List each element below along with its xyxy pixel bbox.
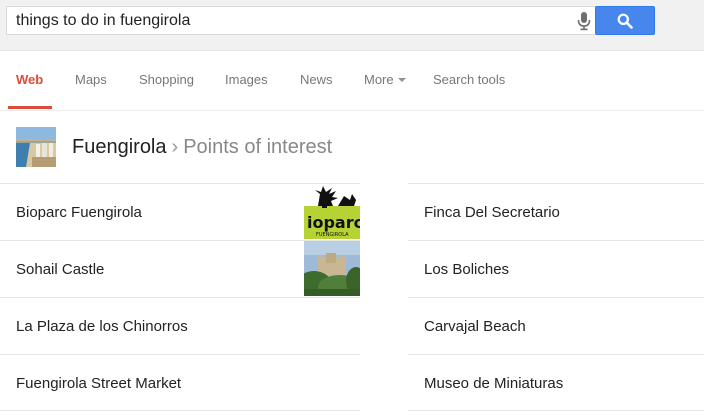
list-item-label: Museo de Miniaturas	[424, 375, 564, 392]
list-item[interactable]: Bioparc Fuengirola ioparc FUENGIROLA	[0, 183, 360, 239]
list-item[interactable]: Finca Del Secretario	[408, 183, 704, 239]
list-item-label: Bioparc Fuengirola	[16, 204, 142, 221]
divider	[0, 410, 360, 411]
chevron-down-icon	[397, 78, 406, 82]
search-input[interactable]	[16, 11, 556, 31]
tab-shopping[interactable]: Shopping	[139, 72, 194, 87]
search-bar-area	[0, 0, 704, 51]
microphone-icon[interactable]	[575, 11, 593, 31]
list-item-label: Los Boliches	[424, 261, 510, 278]
category-name: Points of interest	[183, 136, 333, 158]
list-item-label: Sohail Castle	[16, 261, 105, 278]
tab-news[interactable]: News	[300, 72, 333, 87]
list-item-label: Fuengirola Street Market	[16, 375, 182, 392]
sohail-castle-image	[304, 241, 360, 296]
search-icon	[617, 13, 633, 29]
list-item-label: Finca Del Secretario	[424, 204, 560, 221]
list-item[interactable]: Fuengirola Street Market	[0, 354, 360, 410]
fuengirola-thumbnail[interactable]	[16, 127, 56, 167]
divider	[408, 410, 704, 411]
tab-search-tools[interactable]: Search tools	[433, 72, 505, 87]
list-item-label: Carvajal Beach	[424, 318, 526, 335]
list-item[interactable]: Sohail Castle	[0, 240, 360, 296]
tab-maps[interactable]: Maps	[75, 72, 107, 87]
search-button[interactable]	[595, 6, 655, 35]
page-title[interactable]: Fuengirola › Points of interest	[72, 136, 332, 159]
list-item[interactable]: Museo de Miniaturas	[408, 354, 704, 410]
place-name: Fuengirola	[72, 136, 167, 158]
points-of-interest-header: Fuengirola › Points of interest	[0, 111, 704, 183]
list-item[interactable]: Carvajal Beach	[408, 297, 704, 353]
list-item[interactable]: La Plaza de los Chinorros	[0, 297, 360, 353]
list-item-label: La Plaza de los Chinorros	[16, 318, 188, 335]
bioparc-logo-image: ioparc FUENGIROLA	[304, 184, 360, 239]
svg-text:ioparc: ioparc	[307, 213, 360, 232]
tab-more-label: More	[364, 72, 394, 87]
tab-web[interactable]: Web	[16, 72, 43, 87]
search-tabs: Web Maps Shopping Images News More Searc…	[0, 51, 704, 111]
search-box[interactable]	[6, 6, 596, 35]
breadcrumb-separator: ›	[171, 136, 179, 158]
active-tab-indicator	[8, 106, 52, 109]
list-item[interactable]: Los Boliches	[408, 240, 704, 296]
svg-text:FUENGIROLA: FUENGIROLA	[316, 232, 349, 238]
tab-images[interactable]: Images	[225, 72, 268, 87]
tab-more[interactable]: More	[364, 72, 406, 87]
